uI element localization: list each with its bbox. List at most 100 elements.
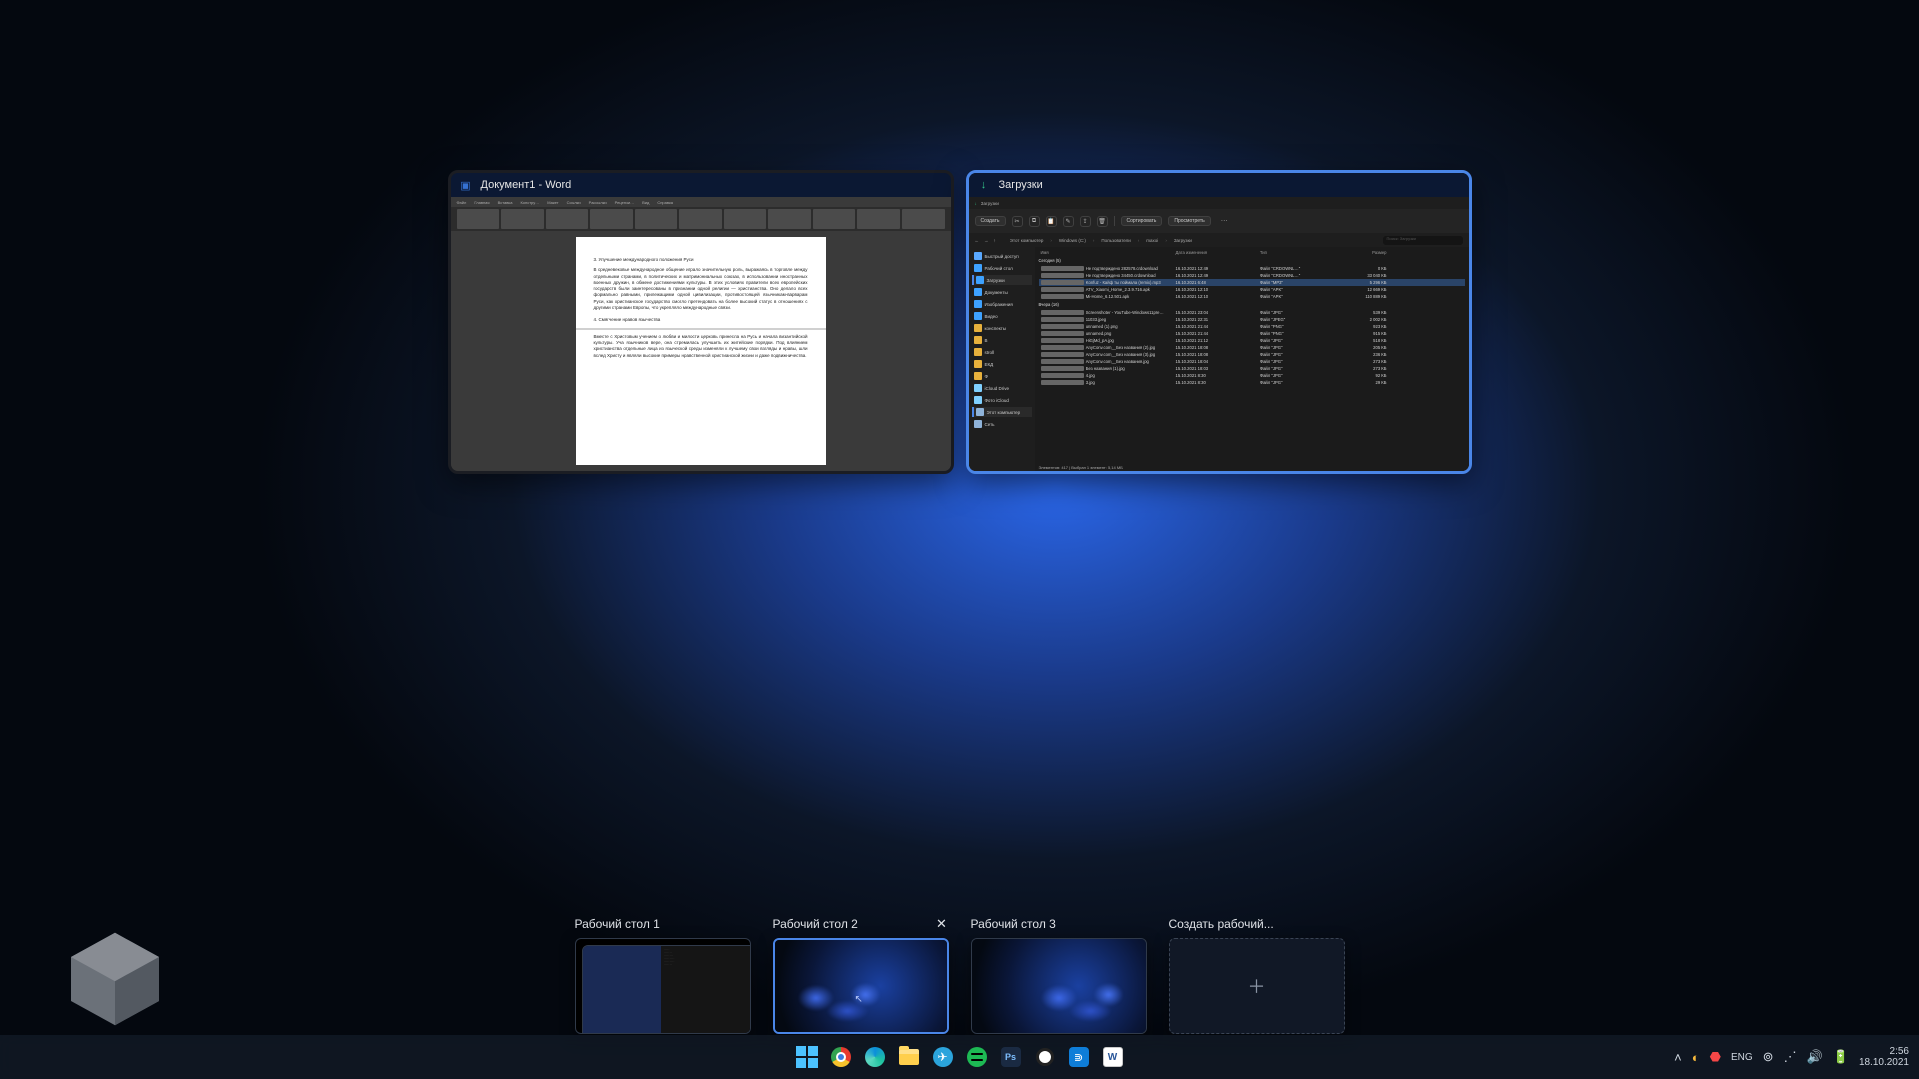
explorer-file-list: Имя Дата изменения Тип Размер Сегодня (5… — [1035, 247, 1469, 474]
table-row[interactable]: unnamed.png15.10.2021 21:44Файл "PNG"915… — [1039, 330, 1465, 337]
preview-explorer-body: ↓Загрузки Создать ✂ ⧉ 📋 ✎ ⇪ 🗑 Сортироват… — [969, 197, 1469, 471]
sidebar-item[interactable]: Документы — [972, 287, 1032, 297]
desktop-3-thumbnail[interactable] — [971, 938, 1147, 1034]
desktop-1-thumbnail[interactable]: · · · · ·· · · · · · ·· · · · · · · ·· ·… — [575, 938, 751, 1034]
new-desktop[interactable]: Создать рабочий... ＋ — [1169, 916, 1345, 1034]
sidebar-item[interactable]: Этот компьютер — [972, 407, 1032, 417]
copy-icon[interactable]: ⧉ — [1029, 216, 1040, 227]
table-row[interactable]: Konfuz - Кайф ты поймала (remix).mp316.1… — [1039, 279, 1465, 286]
task-view-previews: ▣ Документ1 - Word Файл Главная Вставка … — [0, 170, 1919, 474]
sidebar-item[interactable]: ЕКД — [972, 359, 1032, 369]
explorer-group-heading[interactable]: Вчера (16) — [1039, 302, 1465, 307]
forward-icon[interactable]: → — [984, 238, 989, 243]
close-icon[interactable]: ✕ — [935, 917, 949, 931]
table-row[interactable]: 3.jpg15.10.2021 8:30Файл "JPG"29 КБ — [1039, 379, 1465, 386]
table-row[interactable]: Не подтверждено 282578.crdownload16.10.2… — [1039, 265, 1465, 272]
explorer-columns: Имя Дата изменения Тип Размер — [1039, 249, 1465, 256]
network-icon[interactable]: ⊚ — [1763, 1049, 1774, 1065]
explorer-address-bar[interactable]: ← → ↑ Этот компьютер Windows (C:) Пользо… — [969, 233, 1469, 247]
virtual-desktops-bar: Рабочий стол 1 · · · · ·· · · · · · ·· ·… — [0, 894, 1919, 1034]
more-icon[interactable]: ⋯ — [1221, 217, 1228, 225]
cursor-icon: ↖ — [855, 994, 863, 1005]
table-row[interactable]: Не подтверждено 34450.crdownload16.10.20… — [1039, 272, 1465, 279]
preview-word-header: ▣ Документ1 - Word — [451, 173, 951, 197]
download-icon: ↓ — [977, 178, 991, 192]
edge-icon[interactable] — [862, 1044, 888, 1070]
desktop-2[interactable]: Рабочий стол 2 ✕ ↖ — [773, 916, 949, 1034]
table-row[interactable]: unnamed (1).png15.10.2021 21:44Файл "PNG… — [1039, 323, 1465, 330]
word-paragraph: Вместе с Христовым учением о любви и мил… — [594, 334, 808, 359]
table-row[interactable]: HiGjMd_pA.jpg15.10.2021 21:12Файл "JPG"5… — [1039, 337, 1465, 344]
photoshop-icon[interactable]: Ps — [998, 1044, 1024, 1070]
table-row[interactable]: AnyConv.com__Без названия (2).jpg15.10.2… — [1039, 344, 1465, 351]
sidebar-item[interactable]: конспекты — [972, 323, 1032, 333]
preview-word[interactable]: ▣ Документ1 - Word Файл Главная Вставка … — [448, 170, 954, 474]
taskbar: ✈ Ps ⋑ W ˄ ◐ ⬣ ENG ⊚ ⋰ 🔊 🔋 2:56 18.10.20… — [0, 1035, 1919, 1079]
desktop-3[interactable]: Рабочий стол 3 — [971, 916, 1147, 1034]
back-icon[interactable]: ← — [975, 238, 980, 243]
plus-icon: ＋ — [1248, 973, 1266, 999]
file-explorer-icon[interactable] — [896, 1044, 922, 1070]
volume-icon[interactable]: 🔊 — [1807, 1049, 1823, 1065]
battery-icon[interactable]: 🔋 — [1833, 1049, 1849, 1065]
system-tray: ˄ ◐ ⬣ ENG ⊚ ⋰ 🔊 🔋 2:56 18.10.2021 — [1674, 1035, 1909, 1079]
word-paragraph: В средневековье международное общение иг… — [594, 267, 808, 311]
sidebar-item[interactable]: Изображения — [972, 299, 1032, 309]
table-row[interactable]: Screenshoter - YouTube-Windows11pre…15.1… — [1039, 309, 1465, 316]
new-desktop-thumbnail[interactable]: ＋ — [1169, 938, 1345, 1034]
sidebar-item[interactable]: Сеть — [972, 419, 1032, 429]
table-row[interactable]: 4.jpg15.10.2021 8:30Файл "JPG"92 КБ — [1039, 372, 1465, 379]
word-ribbon: Файл Главная Вставка Констру… Макет Ссыл… — [451, 197, 951, 231]
share-icon[interactable]: ⇪ — [1080, 216, 1091, 227]
language-indicator[interactable]: ENG — [1731, 1052, 1753, 1063]
explorer-search[interactable]: Поиск: Загрузки — [1383, 236, 1463, 245]
preview-explorer[interactable]: ↓ Загрузки ↓Загрузки Создать ✂ ⧉ 📋 ✎ ⇪ 🗑… — [966, 170, 1472, 474]
chrome-icon[interactable] — [828, 1044, 854, 1070]
spotify-icon[interactable] — [964, 1044, 990, 1070]
table-row[interactable]: Без названия (1).jpg15.10.2021 18:03Файл… — [1039, 365, 1465, 372]
sidebar-item[interactable]: Фото iCloud — [972, 395, 1032, 405]
taskbar-center: ✈ Ps ⋑ W — [794, 1044, 1126, 1070]
sidebar-item[interactable]: Загрузки — [972, 275, 1032, 285]
wifi-icon[interactable]: ⋰ — [1784, 1049, 1797, 1065]
sidebar-item[interactable]: Видео — [972, 311, 1032, 321]
desktop-2-thumbnail[interactable]: ↖ — [773, 938, 949, 1034]
cut-icon[interactable]: ✂ — [1012, 216, 1023, 227]
sort-button[interactable]: Сортировать — [1121, 216, 1163, 226]
up-icon[interactable]: ↑ — [994, 238, 996, 243]
app-icon[interactable]: ⋑ — [1066, 1044, 1092, 1070]
table-row[interactable]: AnyConv.com__Без названия.jpg15.10.2021 … — [1039, 358, 1465, 365]
sidebar-item[interactable]: B — [972, 335, 1032, 345]
table-row[interactable]: ATV_Xiaomi_Home_2.3.9.716.apk16.10.2021 … — [1039, 286, 1465, 293]
tray-icon[interactable]: ⬣ — [1710, 1049, 1721, 1065]
app-icon[interactable] — [1032, 1044, 1058, 1070]
start-button[interactable] — [794, 1044, 820, 1070]
telegram-icon[interactable]: ✈ — [930, 1044, 956, 1070]
sidebar-item[interactable]: Ф — [972, 371, 1032, 381]
word-ribbon-tabs: Файл Главная Вставка Констру… Макет Ссыл… — [451, 197, 951, 207]
sidebar-item[interactable]: iCloud Drive — [972, 383, 1032, 393]
tray-icon[interactable]: ◐ — [1692, 1050, 1700, 1065]
word-taskbar-icon[interactable]: W — [1100, 1044, 1126, 1070]
word-page: 3. Улучшение международного положения Ру… — [576, 237, 826, 465]
rename-icon[interactable]: ✎ — [1063, 216, 1074, 227]
view-button[interactable]: Просмотреть — [1168, 216, 1210, 226]
preview-explorer-title: Загрузки — [999, 179, 1043, 191]
sidebar-item[interactable]: stroll — [972, 347, 1032, 357]
explorer-group-heading[interactable]: Сегодня (5) — [1039, 258, 1465, 263]
paste-icon[interactable]: 📋 — [1046, 216, 1057, 227]
table-row[interactable]: Mi-Home_6.12.501.apk16.10.2021 12:10Файл… — [1039, 293, 1465, 300]
preview-word-title: Документ1 - Word — [481, 179, 572, 191]
desktop-1[interactable]: Рабочий стол 1 · · · · ·· · · · · · ·· ·… — [575, 916, 751, 1034]
delete-icon[interactable]: 🗑 — [1097, 216, 1108, 227]
table-row[interactable]: AnyConv.com__Без названия (3).jpg15.10.2… — [1039, 351, 1465, 358]
sidebar-item[interactable]: Рабочий стол — [972, 263, 1032, 273]
table-row[interactable]: 11033.jpeg15.10.2021 22:31Файл "JPEG"2 0… — [1039, 316, 1465, 323]
explorer-new-button[interactable]: Создать — [975, 216, 1006, 226]
sidebar-item[interactable]: Быстрый доступ — [972, 251, 1032, 261]
preview-word-body: Файл Главная Вставка Констру… Макет Ссыл… — [451, 197, 951, 471]
desktop-wallpaper-icon — [40, 924, 190, 1034]
clock[interactable]: 2:56 18.10.2021 — [1859, 1046, 1909, 1069]
explorer-sidebar: Быстрый доступ Рабочий стол Загрузки Докуме… — [969, 247, 1035, 474]
chevron-up-icon[interactable]: ˄ — [1674, 1050, 1682, 1065]
